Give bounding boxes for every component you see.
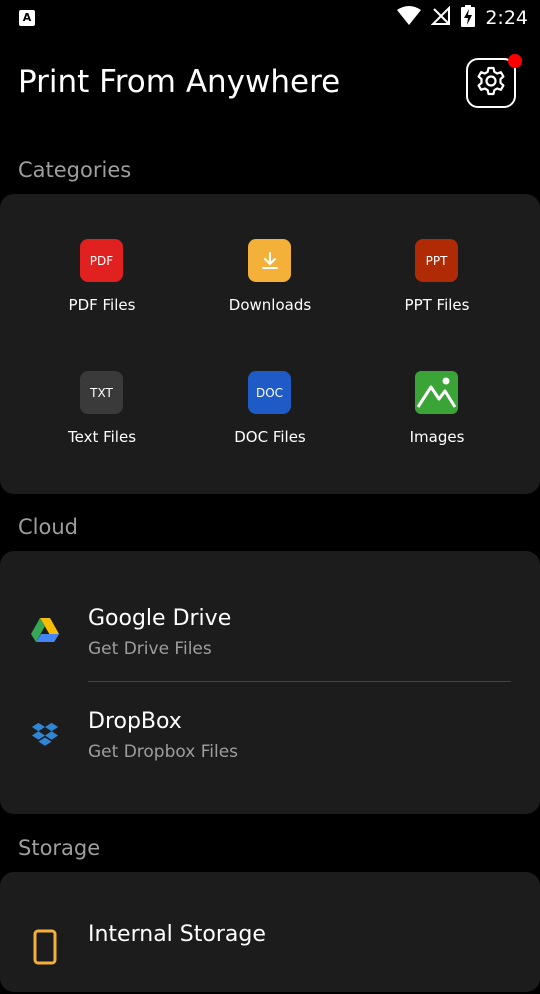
no-signal-icon — [430, 5, 451, 30]
google-drive-icon — [30, 615, 60, 645]
notification-dot — [508, 54, 522, 68]
category-label: PDF Files — [68, 296, 136, 314]
dropbox-item[interactable]: DropBox Get Dropbox Files — [0, 696, 540, 776]
cloud-card: Google Drive Get Drive Files DropBox Get… — [0, 551, 540, 814]
status-bar: A 2:24 — [0, 0, 540, 36]
google-drive-title: Google Drive — [88, 606, 232, 631]
list-divider — [88, 681, 511, 682]
category-label: Images — [409, 428, 465, 446]
ppt-icon: PPT — [415, 239, 458, 282]
category-pdf-files[interactable]: PDF PDF Files — [18, 239, 186, 349]
internal-storage-item[interactable]: Internal Storage — [0, 914, 540, 994]
google-drive-subtitle: Get Drive Files — [88, 639, 212, 659]
category-doc-files[interactable]: DOC DOC Files — [186, 371, 354, 481]
phone-icon — [30, 929, 60, 965]
storage-card: Internal Storage — [0, 872, 540, 992]
gear-icon — [475, 65, 507, 101]
page-title: Print From Anywhere — [18, 64, 341, 100]
category-label: PPT Files — [404, 296, 470, 314]
categories-card: PDF PDF Files Downloads PPT PPT Files TX… — [0, 194, 540, 494]
category-ppt-files[interactable]: PPT PPT Files — [353, 239, 521, 349]
dropbox-icon — [30, 720, 60, 750]
doc-icon-text: DOC — [255, 385, 284, 400]
category-text-files[interactable]: TXT Text Files — [18, 371, 186, 481]
google-drive-item[interactable]: Google Drive Get Drive Files — [0, 593, 540, 673]
category-label: Downloads — [228, 296, 312, 314]
storage-heading: Storage — [18, 836, 101, 860]
txt-icon-text: TXT — [90, 385, 113, 400]
dropbox-subtitle: Get Dropbox Files — [88, 742, 239, 762]
app-notification-icon: A — [19, 10, 35, 26]
settings-button[interactable] — [466, 58, 516, 108]
category-downloads[interactable]: Downloads — [186, 239, 354, 349]
ppt-icon-text: PPT — [425, 253, 448, 268]
category-images[interactable]: Images — [353, 371, 521, 481]
categories-heading: Categories — [18, 158, 132, 182]
battery-charging-icon — [461, 5, 476, 31]
cloud-heading: Cloud — [18, 515, 78, 539]
txt-icon: TXT — [80, 371, 123, 414]
image-icon — [415, 371, 458, 414]
category-label: DOC Files — [234, 428, 306, 446]
status-icons: 2:24 — [397, 5, 528, 31]
status-time: 2:24 — [485, 7, 528, 29]
pdf-icon-text: PDF — [89, 253, 114, 268]
wifi-icon — [397, 6, 422, 30]
internal-storage-title: Internal Storage — [88, 922, 266, 947]
dropbox-title: DropBox — [88, 709, 182, 734]
download-icon — [248, 239, 291, 282]
category-label: Text Files — [67, 428, 137, 446]
doc-icon: DOC — [248, 371, 291, 414]
pdf-icon: PDF — [80, 239, 123, 282]
